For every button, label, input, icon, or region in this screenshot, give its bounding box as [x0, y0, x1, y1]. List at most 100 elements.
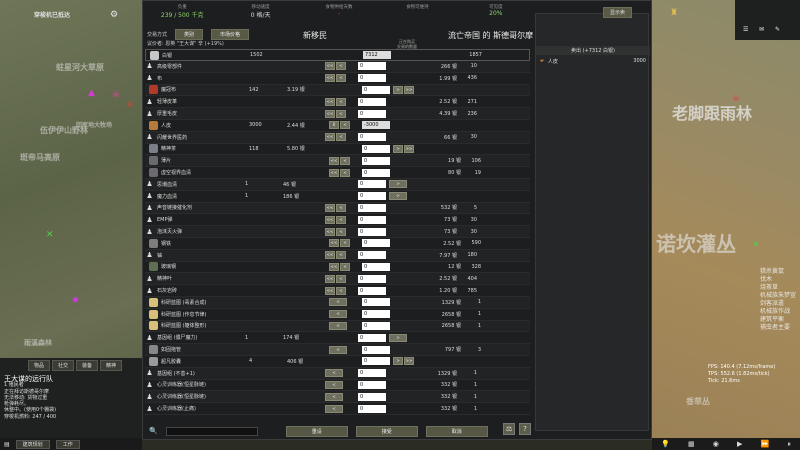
item-name[interactable]: 铀	[157, 252, 245, 259]
trade-row[interactable]: 如固拖管 <0 797 银 3	[145, 344, 530, 356]
caravan-marker-icon[interactable]: ✕	[46, 230, 54, 240]
item-name[interactable]: 基因组 (不善+1)	[157, 370, 245, 377]
trade-qty-input[interactable]: 0	[358, 74, 386, 83]
trade-row[interactable]: ♟ 基因组 (不善+1) <0 1329 银 1	[145, 367, 530, 380]
trade-qty-input[interactable]: 0	[362, 156, 390, 165]
trade-qty-input[interactable]: 0	[362, 85, 390, 94]
trade-qty-input[interactable]: 0	[362, 239, 390, 248]
buy-all-button[interactable]: <<	[325, 215, 335, 224]
trade-qty-input[interactable]: 0	[358, 215, 386, 224]
buy-one-button[interactable]: <	[325, 392, 343, 401]
item-name[interactable]: 魔冠布	[161, 86, 249, 93]
tab-architect[interactable]: 建筑规划	[15, 439, 50, 449]
faction-marker-icon[interactable]: ☠	[126, 100, 134, 110]
menu-icon[interactable]: ☰	[743, 26, 748, 33]
buy-one-button[interactable]: <	[336, 97, 346, 106]
trade-qty-input[interactable]: 0	[358, 333, 386, 342]
buy-all-button[interactable]: <<	[329, 239, 339, 248]
trade-row[interactable]: ♟ 布 << <0 1.99 银 436	[145, 73, 530, 85]
buy-one-button[interactable]: <	[340, 262, 350, 271]
trade-qty-input[interactable]: 0	[358, 180, 386, 189]
item-name[interactable]: EMP弹	[157, 216, 245, 223]
buy-one-button[interactable]: <	[325, 404, 343, 413]
trade-qty-input[interactable]: -3000	[362, 121, 390, 130]
buy-all-button[interactable]: <<	[325, 97, 335, 106]
alert-note[interactable]: 捕虫者主要	[760, 322, 790, 331]
faction-marker-icon[interactable]: ☠	[112, 90, 120, 100]
trade-row[interactable]: 钢铁 << <0 2.52 银 590	[145, 238, 530, 250]
trade-qty-input[interactable]: 0	[358, 251, 386, 260]
buy-all-button[interactable]: <<	[325, 109, 335, 118]
buy-all-button[interactable]: <<	[325, 227, 335, 236]
trade-row[interactable]: ♟ 铀 << <0 7.97 银 180	[145, 249, 530, 262]
trade-row[interactable]: 魔冠布 142 3.19 银 0 > >>	[145, 84, 530, 97]
item-name[interactable]: 心灵训练器(恒星脉链)	[157, 393, 245, 400]
buy-one-button[interactable]: <	[329, 321, 347, 330]
buy-all-button[interactable]: <<	[329, 168, 339, 177]
trade-row[interactable]: ♟ 石灰岩砖 << <0 1.20 银 785	[145, 285, 530, 297]
buy-all-button[interactable]: <<	[325, 203, 335, 212]
item-name[interactable]: 超凡胶囊	[161, 358, 249, 365]
item-name[interactable]: 虚空视界血清	[161, 169, 249, 176]
item-name[interactable]: 白银	[162, 52, 250, 59]
buy-one-button[interactable]: <	[340, 168, 350, 177]
trade-qty-input[interactable]: 0	[362, 321, 390, 330]
show-sellable-button[interactable]: 显示卖	[602, 7, 632, 18]
tab-gear[interactable]: 装备	[76, 360, 99, 371]
buy-one-button[interactable]: <	[336, 227, 346, 236]
faction-marker-icon[interactable]: ▲	[88, 88, 95, 98]
buy-one-button[interactable]: <	[336, 251, 346, 260]
buy-one-button[interactable]: <	[329, 310, 347, 319]
item-name[interactable]: 钢铁	[161, 240, 249, 247]
item-name[interactable]: 高级零部件	[157, 63, 245, 70]
trade-qty-input[interactable]: 0	[358, 227, 386, 236]
buy-one-button[interactable]: <	[336, 203, 346, 212]
trade-qty-input[interactable]: 0	[358, 133, 386, 142]
buy-one-button[interactable]: <	[340, 239, 350, 248]
expand-icon[interactable]: ▤	[4, 441, 10, 448]
trade-qty-input[interactable]: 0	[358, 109, 386, 118]
faction-marker-icon[interactable]: ☠	[732, 94, 740, 104]
tab-needs[interactable]: 精神	[100, 360, 123, 371]
item-name[interactable]: 心灵训练器(恒星脉链)	[157, 381, 245, 388]
settlement-marker-icon[interactable]: ⚙	[110, 10, 118, 20]
trade-row[interactable]: ♟ EMP弹 << <0 73 银 30	[145, 214, 530, 227]
colony-marker-icon[interactable]: ♜	[670, 8, 678, 18]
item-name[interactable]: 心灵训练器(止痛)	[157, 405, 245, 412]
trade-qty-input[interactable]: 0	[362, 357, 390, 366]
trade-row[interactable]: 科研蓝图 (毒素合成) <0 1329 银 1	[145, 296, 530, 309]
trade-row[interactable]: ♟ 声音链接催化剂 << <0 532 银5	[145, 202, 530, 215]
buy-one-button[interactable]: <	[325, 369, 343, 378]
item-name[interactable]: 布	[157, 75, 245, 82]
trade-qty-input[interactable]: 0	[362, 345, 390, 354]
trade-row[interactable]: ♟ 心灵训练器(止痛) <0 332 银 1	[145, 403, 530, 415]
buy-all-button[interactable]: <<	[325, 274, 335, 283]
item-name[interactable]: 科研蓝图 (作息节律)	[161, 311, 249, 318]
buy-all-button[interactable]: <<	[325, 62, 335, 71]
trade-row[interactable]: ♟ 高级零部件 << <0 266 银 10	[145, 61, 530, 73]
trade-row[interactable]: ♟ 基因组 (僵尸魔力) 1 174 银 0 >	[145, 332, 530, 345]
item-name[interactable]: 精神茶	[161, 145, 249, 152]
faction-marker-icon[interactable]: ◆	[72, 295, 79, 305]
search-input[interactable]	[165, 426, 258, 436]
buy-all-button[interactable]: <<	[325, 251, 335, 260]
buy-all-button[interactable]: <<	[329, 156, 339, 165]
sell-one-button[interactable]: >	[389, 333, 407, 342]
buy-one-button[interactable]: <	[329, 298, 347, 307]
item-name[interactable]: 科研蓝图 (躯体整形)	[161, 322, 249, 329]
item-name[interactable]: 石灰岩砖	[157, 287, 245, 294]
item-name[interactable]: 人皮	[161, 122, 249, 129]
tab-items[interactable]: 物品	[28, 360, 51, 371]
buy-one-button[interactable]: <	[325, 380, 343, 389]
trade-qty-input[interactable]: 0	[358, 192, 386, 201]
trade-row[interactable]: 薄片 << <0 19 银 106	[145, 155, 530, 168]
buy-one-button[interactable]: <	[340, 121, 350, 130]
buy-one-button[interactable]: <	[329, 345, 347, 354]
trade-row[interactable]: ♟ 厚重毛皮 << <0 4.39 银 236	[145, 108, 530, 120]
item-name[interactable]: 闪耀世界医药	[157, 134, 245, 141]
sell-all-button[interactable]: >>	[404, 357, 414, 366]
trade-qty-input[interactable]: 0	[358, 286, 386, 295]
mail-icon[interactable]: ✉	[759, 26, 764, 33]
scales-icon[interactable]: ⚖	[503, 423, 515, 435]
trade-row[interactable]: ♟ 轻薄皮革 << <0 2.52 银 271	[145, 96, 530, 109]
